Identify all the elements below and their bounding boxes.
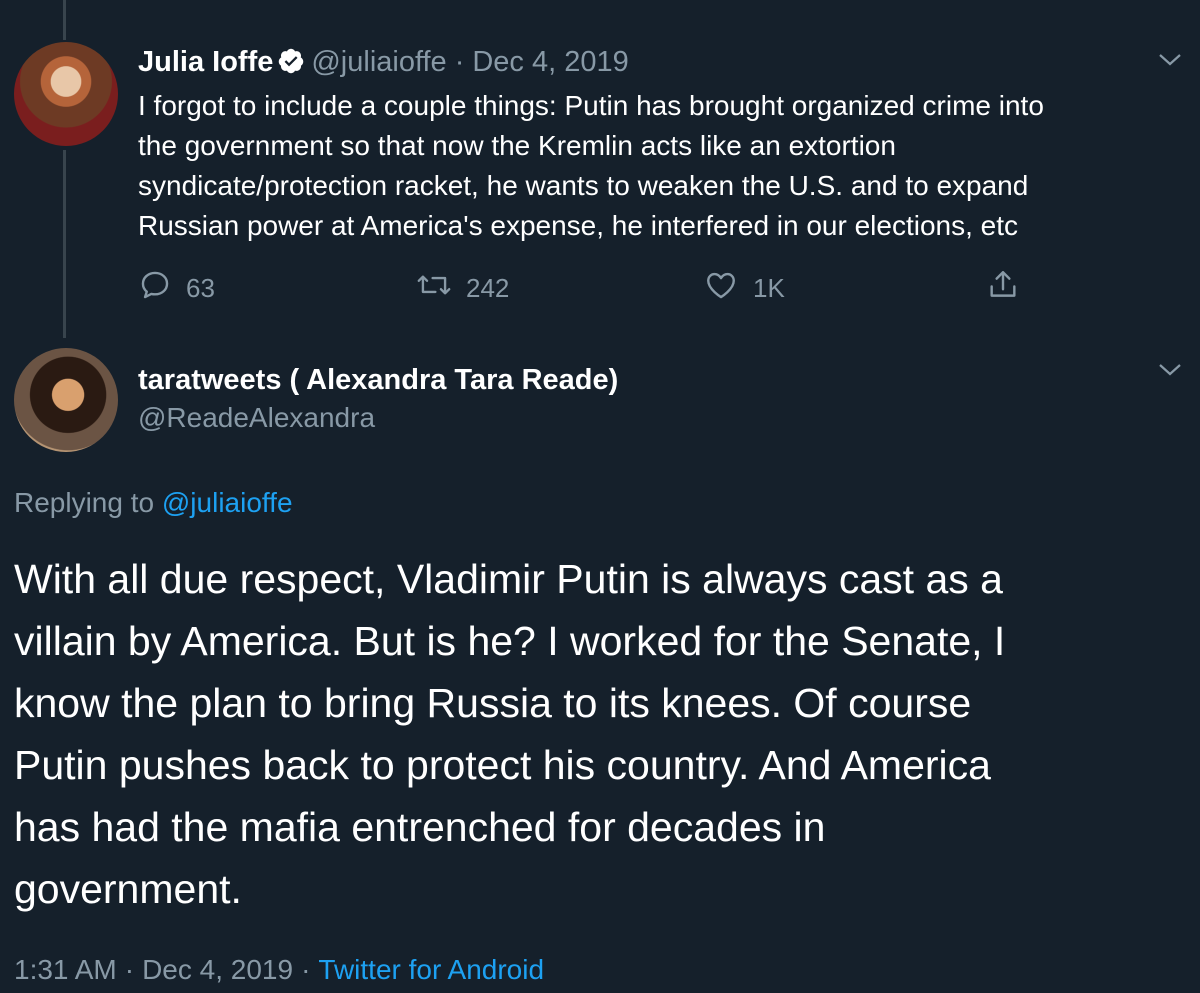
chevron-down-icon[interactable] [1158,52,1182,73]
author-name[interactable]: Julia Ioffe [138,46,273,78]
heart-icon [703,268,753,309]
tweet-text-line: villain by America. But is he? I worked … [14,618,1006,664]
reply-button[interactable]: 63 [138,268,215,309]
tweet-time[interactable]: 1:31 AM [14,954,117,985]
tweet-text-line: Russian power at America's expense, he i… [138,210,1019,241]
tweet-text: With all due respect, Vladimir Putin is … [14,548,1184,920]
tweet-text-line: Putin pushes back to protect his country… [14,742,991,788]
separator-dot: · [124,954,135,985]
tweet-date[interactable]: Dec 4, 2019 [472,46,628,78]
tweet-text-line: has had the mafia entrenched for decades… [14,804,826,850]
author-handle[interactable]: @juliaioffe [311,46,446,78]
tweet-date[interactable]: Dec 4, 2019 [142,954,293,985]
tweet-footer: 1:31 AM · Dec 4, 2019 · Twitter for Android [14,950,544,990]
tweet-thread-page: Julia Ioffe @juliaioffe · Dec 4, 2019 I for… [0,0,1200,993]
verified-badge-icon [277,46,305,86]
tweet-source-link[interactable]: Twitter for Android [318,954,544,985]
tweet-text-line: know the plan to bring Russia to its kne… [14,680,972,726]
thread-line [63,150,66,338]
tweet-text-line: syndicate/protection racket, he wants to… [138,170,1029,201]
thread-line [63,0,66,40]
author-handle[interactable]: @ReadeAlexandra [138,398,375,438]
retweet-button[interactable]: 242 [416,268,509,309]
like-button[interactable]: 1K [703,268,785,309]
reply-icon [138,268,186,309]
retweet-icon [416,268,466,309]
tweet-actions: 63 242 1K [138,268,1038,308]
avatar[interactable] [14,42,118,146]
replying-to-mention[interactable]: @juliaioffe [162,487,293,518]
tweet-text-line: I forgot to include a couple things: Put… [138,90,1044,121]
like-count: 1K [753,273,785,303]
tweet-text: I forgot to include a couple things: Put… [138,86,1193,246]
tweet-text-line: With all due respect, Vladimir Putin is … [14,556,1003,602]
separator-dot: · [301,954,311,985]
share-button[interactable] [986,268,1034,309]
retweet-count: 242 [466,273,510,303]
avatar[interactable] [14,348,118,452]
replying-to-label: Replying to [14,487,162,518]
chevron-down-icon[interactable] [1158,362,1182,383]
author-name[interactable]: taratweets ( Alexandra Tara Reade) [138,360,618,400]
tweet-header: Julia Ioffe @juliaioffe · Dec 4, 2019 [138,42,629,86]
separator-dot: · [454,46,465,78]
share-icon [986,268,1034,309]
reply-count: 63 [186,273,215,303]
tweet-text-line: government. [14,866,242,912]
replying-to: Replying to @juliaioffe [14,483,293,523]
tweet-text-line: the government so that now the Kremlin a… [138,130,896,161]
